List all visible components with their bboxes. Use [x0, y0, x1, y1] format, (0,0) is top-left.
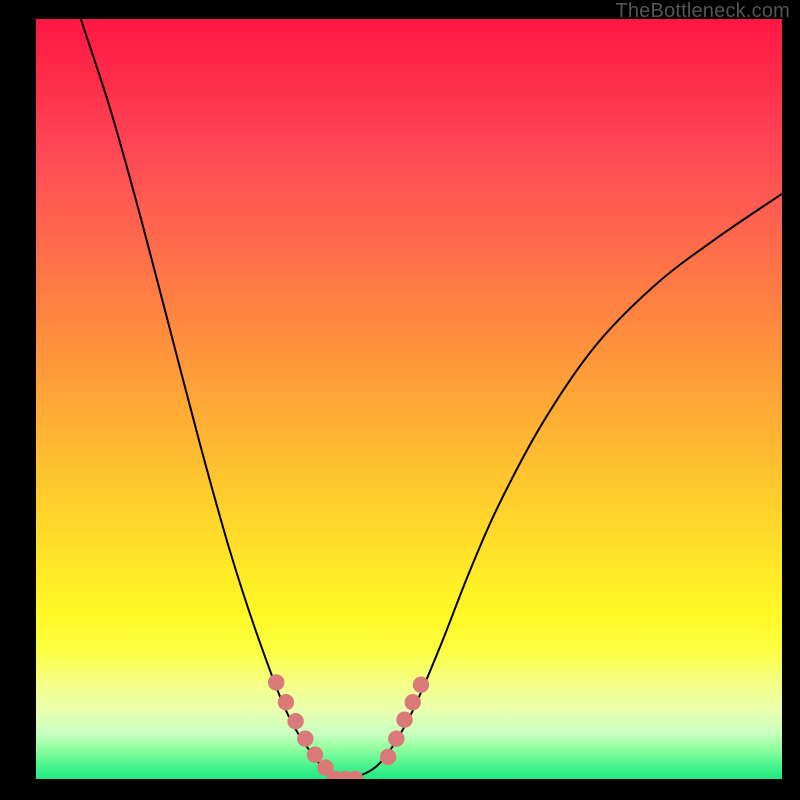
- curve-marker: [307, 746, 323, 762]
- curve-marker: [388, 731, 404, 747]
- plot-area: [36, 19, 782, 779]
- curve-marker: [287, 713, 303, 729]
- curve-marker: [268, 674, 284, 690]
- curve-marker: [297, 731, 313, 747]
- chart-frame: TheBottleneck.com: [0, 0, 800, 800]
- curve-marker: [405, 694, 421, 710]
- curve-marker: [278, 694, 294, 710]
- curve-marker: [380, 749, 396, 765]
- curve-marker: [413, 677, 429, 693]
- curve-svg: [36, 19, 782, 779]
- bottleneck-curve: [81, 19, 782, 779]
- watermark-text: TheBottleneck.com: [615, 0, 790, 23]
- curve-marker: [396, 712, 412, 728]
